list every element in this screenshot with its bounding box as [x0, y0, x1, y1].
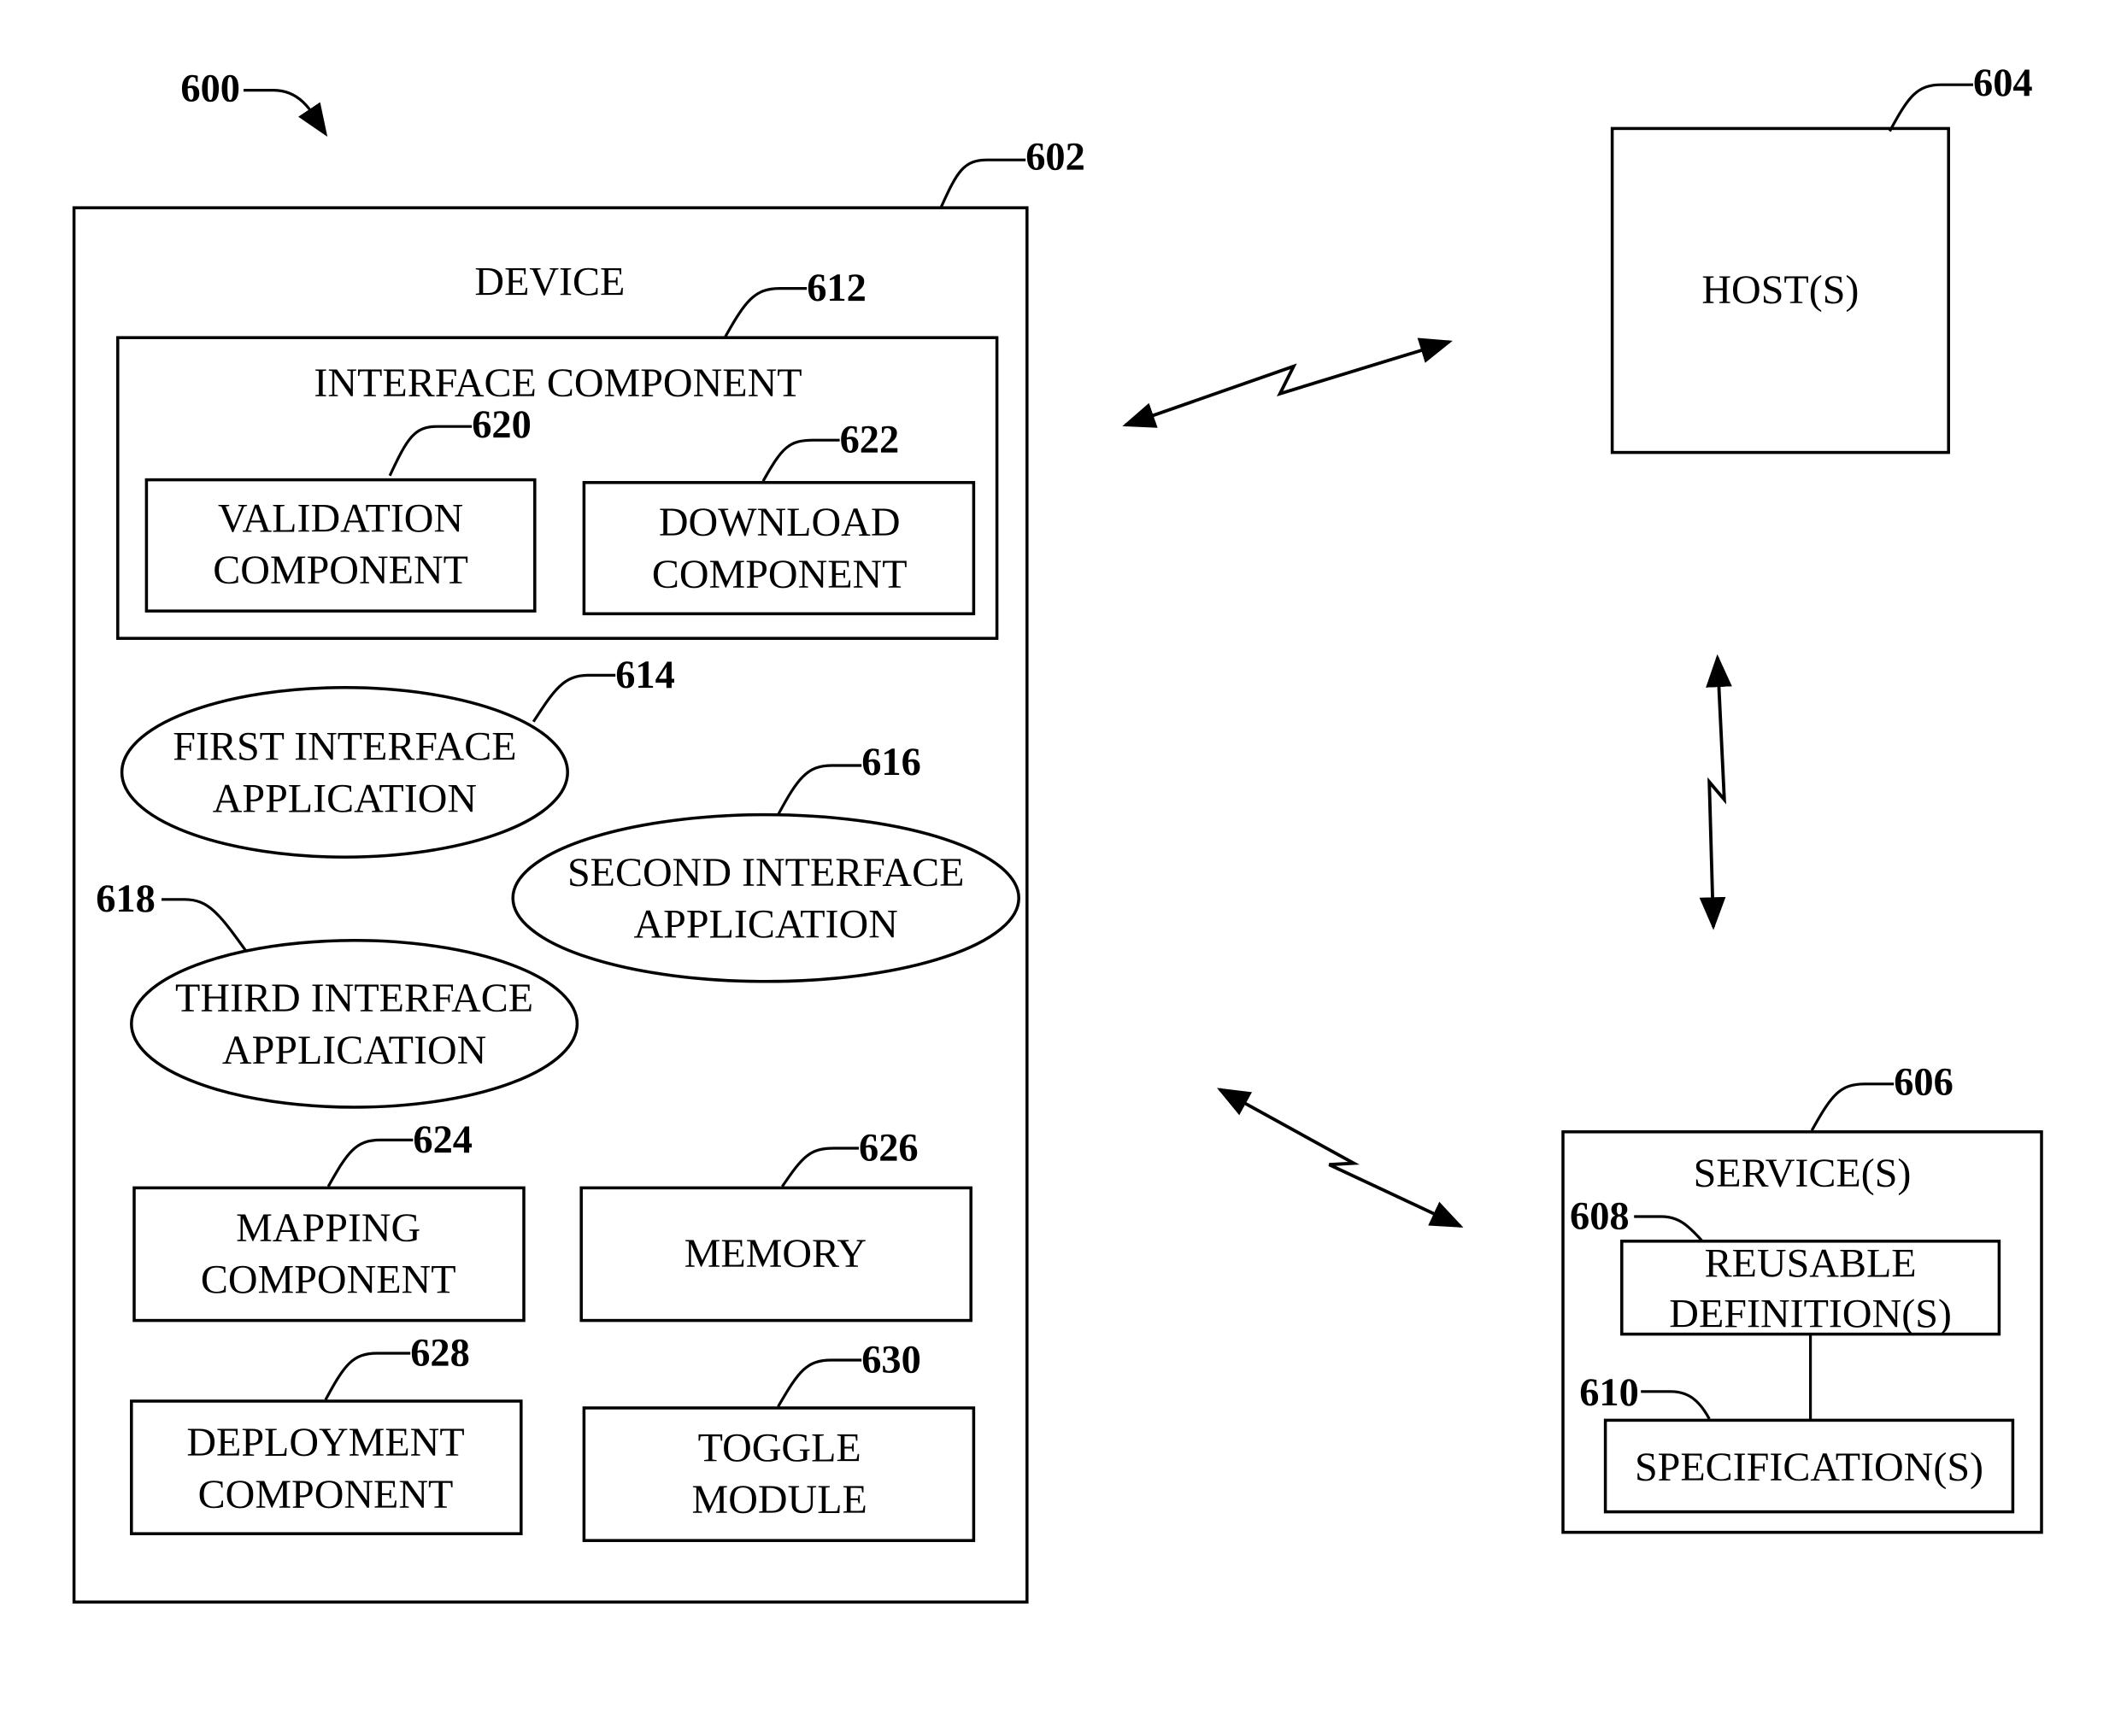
mapping-line1: MAPPING	[236, 1205, 420, 1251]
host-leader-line	[1888, 83, 1973, 132]
device-block: 602 DEVICE 612 INTERFACE COMPONENT 620 V…	[72, 135, 1085, 1604]
interface-component-title: INTERFACE COMPONENT	[314, 361, 802, 406]
deployment-ref: 628	[410, 1331, 470, 1375]
service-block: 606 SERVICE(S) 608 REUSABLE DEFINITION(S…	[1561, 1061, 2043, 1534]
reusable-line2: DEFINITION(S)	[1669, 1292, 1952, 1337]
second-app-line2: APPLICATION	[634, 902, 898, 947]
host-block: 604 HOST(S)	[1610, 62, 2033, 455]
third-app-line1: THIRD INTERFACE	[175, 976, 533, 1021]
deployment-line2: COMPONENT	[198, 1472, 454, 1517]
device-title: DEVICE	[474, 260, 625, 305]
download-ref: 622	[840, 419, 900, 462]
validation-line2: COMPONENT	[213, 548, 468, 593]
host-ref: 604	[1973, 62, 2033, 105]
service-title: SERVICE(S)	[1694, 1151, 1912, 1196]
first-app-line1: FIRST INTERFACE	[173, 724, 516, 770]
memory-ref: 626	[859, 1126, 919, 1170]
service-leader-line	[1810, 1082, 1895, 1131]
third-app-line2: APPLICATION	[222, 1028, 486, 1073]
download-line1: DOWNLOAD	[659, 500, 901, 545]
second-app-ref: 616	[861, 741, 921, 784]
deployment-line1: DEPLOYMENT	[186, 1420, 464, 1465]
wireless-link-device-service	[1217, 1088, 1464, 1228]
wireless-link-host-service	[1699, 654, 1732, 930]
device-leader-line	[939, 158, 1026, 208]
toggle-line2: MODULE	[692, 1477, 867, 1522]
validation-line1: VALIDATION	[218, 496, 463, 541]
first-app-ellipse	[120, 686, 569, 859]
mapping-ref: 624	[413, 1118, 473, 1162]
figure-reference: 600	[180, 67, 328, 137]
toggle-line1: TOGGLE	[698, 1425, 861, 1470]
first-app-ref: 614	[615, 654, 675, 697]
second-app-line1: SECOND INTERFACE	[567, 850, 964, 895]
download-line2: COMPONENT	[652, 552, 908, 597]
toggle-ref: 630	[861, 1338, 921, 1381]
first-app-line2: APPLICATION	[213, 776, 477, 821]
second-app-ellipse	[511, 812, 1020, 983]
validation-ref: 620	[472, 403, 532, 447]
reusable-ref: 608	[1570, 1194, 1630, 1238]
reusable-line1: REUSABLE	[1705, 1240, 1917, 1286]
service-ref: 606	[1894, 1061, 1954, 1105]
patent-figure-600: 600 602 DEVICE 612 INTERFACE COMPONENT 6…	[72, 62, 2043, 1604]
device-ref: 602	[1025, 135, 1085, 179]
third-app-ref: 618	[96, 877, 156, 921]
memory-label: MEMORY	[684, 1231, 867, 1276]
host-title: HOST(S)	[1701, 267, 1859, 313]
mapping-line2: COMPONENT	[201, 1258, 456, 1303]
figure-pointer-arrow	[244, 89, 328, 137]
wireless-link-device-host	[1122, 337, 1453, 428]
specification-label: SPECIFICATION(S)	[1635, 1445, 1983, 1490]
third-app-ellipse	[130, 939, 579, 1109]
figure-ref-600: 600	[180, 67, 240, 110]
interface-component-ref: 612	[807, 267, 867, 310]
specification-ref: 610	[1579, 1371, 1639, 1415]
